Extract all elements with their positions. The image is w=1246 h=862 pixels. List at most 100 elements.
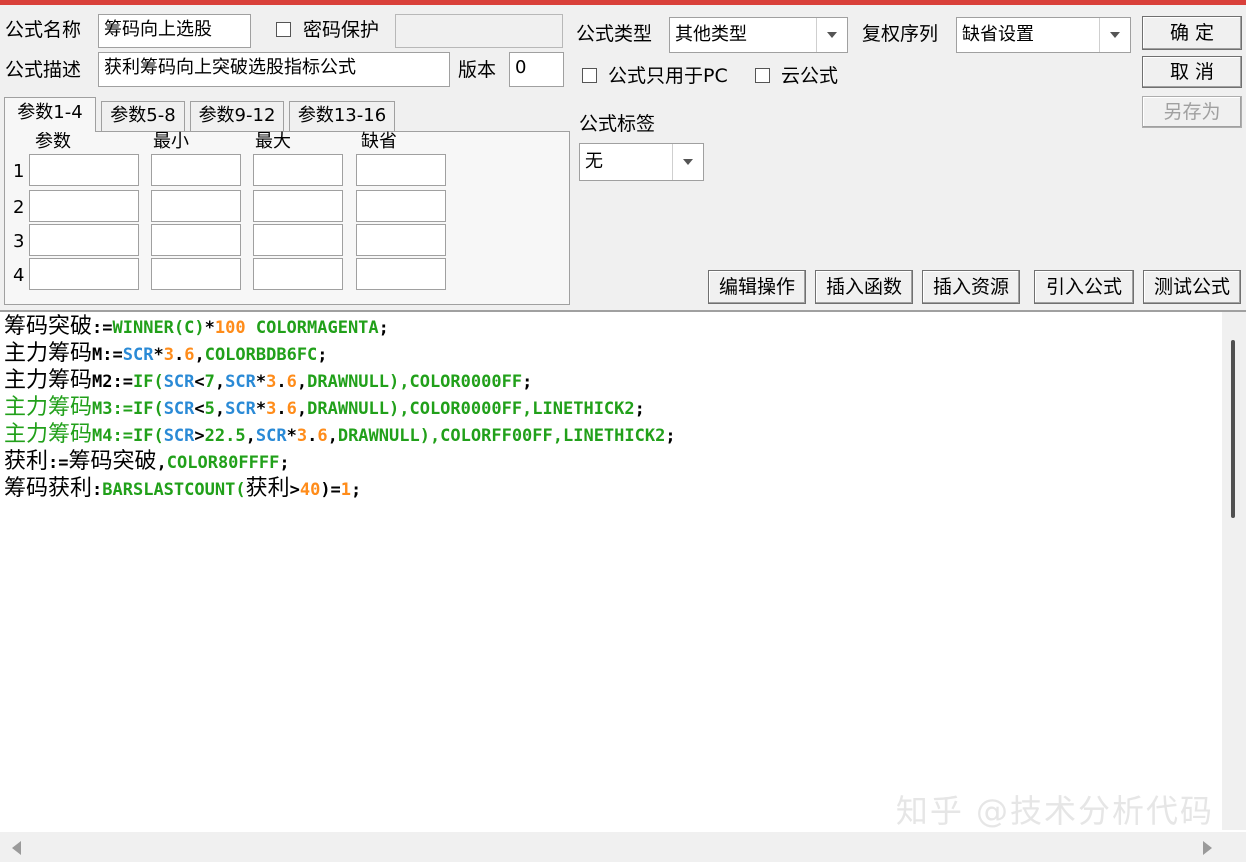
version-input[interactable]: 0 — [509, 52, 564, 87]
code-token: 3 — [266, 399, 277, 419]
param-max-input[interactable] — [253, 224, 343, 256]
cancel-button[interactable]: 取 消 — [1142, 56, 1242, 88]
param-max-input[interactable] — [253, 154, 343, 186]
code-token: . — [276, 372, 287, 392]
code-token: 3 — [296, 426, 308, 446]
code-line: 筹码获利:BARSLASTCOUNT(获利>40)=1; — [4, 476, 1219, 503]
code-token: ; — [279, 453, 290, 473]
watermark: 知乎 @技术分析代码 — [895, 792, 1214, 830]
code-token: * — [286, 426, 297, 446]
test-formula-button[interactable]: 测试公式 — [1143, 270, 1241, 304]
scroll-right-arrow-icon[interactable] — [1203, 841, 1212, 855]
param-min-input[interactable] — [151, 190, 241, 222]
tab-params-5-8[interactable]: 参数5-8 — [101, 101, 185, 131]
code-token: SCR — [255, 426, 287, 446]
code-token: , — [245, 426, 256, 446]
code-token: 5 — [204, 399, 215, 419]
code-token: ; — [317, 345, 328, 365]
code-token: 主力筹码 — [4, 395, 93, 420]
param-default-input[interactable] — [356, 258, 446, 290]
code-token: , — [194, 345, 205, 365]
param-default-input[interactable] — [356, 190, 446, 222]
vertical-scrollbar[interactable] — [1222, 312, 1246, 830]
scrollbar-thumb[interactable] — [1231, 340, 1235, 518]
param-default-input[interactable] — [356, 224, 446, 256]
password-protect-checkbox[interactable] — [276, 22, 291, 37]
param-name-input[interactable] — [29, 190, 139, 222]
code-token: SCR — [225, 399, 256, 419]
code-text: 筹码突破:=WINNER(C)*100 COLORMAGENTA; 主力筹码M:=… — [4, 314, 1219, 503]
code-token: 主力筹码 — [4, 341, 93, 366]
param-min-input[interactable] — [151, 258, 241, 290]
code-token: 筹码获利 — [4, 476, 93, 501]
code-token: 筹码突破 — [4, 314, 93, 339]
tab-params-13-16[interactable]: 参数13-16 — [289, 101, 395, 131]
code-token: M:= — [92, 345, 123, 365]
param-name-input[interactable] — [29, 154, 139, 186]
param-row-number: 4 — [13, 265, 25, 286]
param-min-input[interactable] — [151, 154, 241, 186]
formula-tag-select[interactable]: 无 — [579, 143, 704, 181]
restore-sequence-value: 缺省设置 — [962, 24, 1034, 45]
param-col-name-header: 参数 — [35, 131, 71, 152]
code-token: < — [194, 372, 205, 392]
param-row-number: 3 — [13, 231, 25, 252]
code-line: 主力筹码M:=SCR*3.6,COLORBDB6FC; — [4, 341, 1219, 368]
code-token: DRAWNULL),COLORFF00FF,LINETHICK2 — [337, 426, 666, 446]
chevron-down-icon[interactable] — [816, 18, 847, 52]
import-formula-button[interactable]: 引入公式 — [1034, 270, 1134, 304]
param-table: 参数 最小 最大 缺省 1 2 3 4 — [4, 131, 570, 305]
insert-function-button[interactable]: 插入函数 — [815, 270, 913, 304]
tab-params-1-4[interactable]: 参数1-4 — [4, 97, 96, 132]
ok-button[interactable]: 确 定 — [1142, 16, 1242, 50]
chevron-down-icon[interactable] — [1099, 18, 1130, 52]
code-line: 主力筹码M3:=IF(SCR<5,SCR*3.6,DRAWNULL),COLOR… — [4, 395, 1219, 422]
pc-only-checkbox[interactable] — [582, 68, 597, 83]
code-token: > — [289, 480, 300, 500]
code-token: 获利 — [245, 476, 290, 501]
code-token: 100 — [214, 318, 246, 338]
cloud-formula-checkbox[interactable] — [755, 68, 770, 83]
cloud-formula-label: 云公式 — [781, 65, 839, 87]
code-line: 获利:=筹码突破,COLOR80FFFF; — [4, 449, 1219, 476]
formula-name-input[interactable]: 筹码向上选股 — [98, 14, 251, 48]
code-token: 3 — [266, 372, 277, 392]
restore-sequence-label: 复权序列 — [862, 23, 939, 45]
restore-sequence-select[interactable]: 缺省设置 — [956, 17, 1131, 53]
code-token: . — [276, 399, 287, 419]
param-name-input[interactable] — [29, 258, 139, 290]
code-token: 1 — [340, 480, 352, 500]
param-default-input[interactable] — [356, 154, 446, 186]
password-input — [395, 14, 563, 48]
code-token: 6 — [184, 345, 195, 365]
param-min-input[interactable] — [151, 224, 241, 256]
insert-resource-button[interactable]: 插入资源 — [922, 270, 1020, 304]
code-token: IF( — [132, 372, 164, 392]
code-token: := — [48, 453, 69, 473]
code-token: COLORBDB6FC — [204, 345, 318, 365]
window-title-bar — [0, 0, 1246, 5]
code-token: * — [204, 318, 215, 338]
code-token: * — [153, 345, 164, 365]
param-max-input[interactable] — [253, 258, 343, 290]
edit-operations-button[interactable]: 编辑操作 — [708, 270, 806, 304]
code-token: . — [307, 426, 318, 446]
pc-only-label: 公式只用于PC — [608, 65, 728, 87]
param-name-input[interactable] — [29, 224, 139, 256]
formula-type-select[interactable]: 其他类型 — [669, 17, 848, 53]
horizontal-scrollbar[interactable] — [0, 832, 1246, 862]
code-token: ; — [522, 372, 533, 392]
tab-params-9-12[interactable]: 参数9-12 — [190, 101, 284, 131]
param-max-input[interactable] — [253, 190, 343, 222]
code-line: 筹码突破:=WINNER(C)*100 COLORMAGENTA; — [4, 314, 1219, 341]
code-line: 主力筹码M2:=IF(SCR<7,SCR*3.6,DRAWNULL),COLOR… — [4, 368, 1219, 395]
formula-code-editor[interactable]: 筹码突破:=WINNER(C)*100 COLORMAGENTA; 主力筹码M:=… — [0, 310, 1246, 862]
chevron-down-icon[interactable] — [672, 144, 703, 180]
scroll-left-arrow-icon[interactable] — [12, 841, 21, 855]
code-token: WINNER(C) — [112, 318, 205, 338]
code-token: , — [214, 399, 226, 419]
param-col-max-header: 最大 — [255, 131, 291, 152]
code-token: SCR — [163, 426, 195, 446]
formula-desc-input[interactable]: 获利筹码向上突破选股指标公式 — [98, 52, 450, 87]
version-label: 版本 — [458, 59, 497, 81]
